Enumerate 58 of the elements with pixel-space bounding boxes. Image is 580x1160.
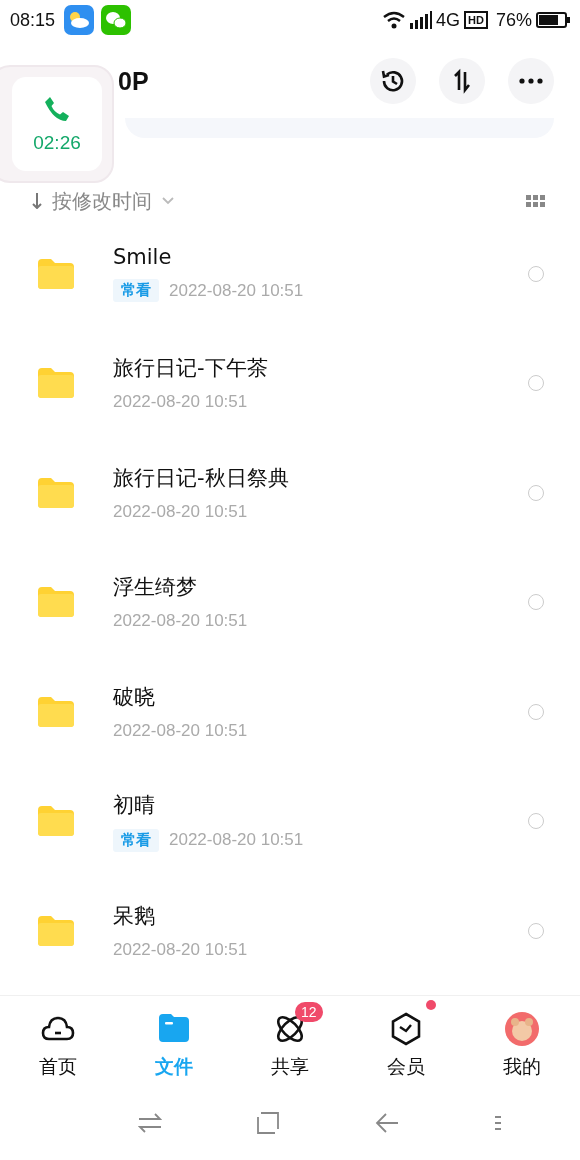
frequent-tag: 常看: [113, 279, 159, 303]
folder-icon: [38, 258, 74, 289]
folder-icon: [38, 368, 74, 399]
avatar: [505, 1012, 539, 1046]
nav-tab[interactable]: 首页: [0, 996, 116, 1096]
file-date: 2022-08-20 10:51: [113, 720, 248, 741]
file-row[interactable]: 初晴 常看 2022-08-20 10:51: [0, 766, 580, 876]
file-date: 2022-08-20 10:51: [113, 611, 248, 632]
count-badge: 12: [295, 1002, 323, 1022]
hd-indicator: HD: [464, 11, 488, 29]
more-icon: [519, 78, 543, 84]
nav-tab[interactable]: 12 共享: [232, 996, 348, 1096]
battery-percent: 76%: [495, 9, 532, 31]
file-name: 旅行日记-下午茶: [113, 355, 269, 383]
battery-icon: [536, 12, 570, 28]
sort-label[interactable]: 按修改时间: [52, 187, 152, 215]
file-name: 旅行日记-秋日祭典: [113, 464, 290, 492]
weather-app-icon: [64, 5, 95, 35]
file-row[interactable]: 呆鹅 2022-08-20 10:51: [0, 876, 580, 986]
folder-icon: [38, 915, 74, 946]
menu-lines-icon[interactable]: [494, 1114, 503, 1131]
folder-icon: [38, 806, 74, 837]
file-row[interactable]: 旅行日记-秋日祭典 2022-08-20 10:51: [0, 438, 580, 548]
file-date: 2022-08-20 10:51: [169, 280, 304, 301]
back-arrow-icon[interactable]: [374, 1111, 399, 1134]
call-duration: 02:26: [33, 132, 81, 154]
file-name: 破晓: [113, 683, 156, 711]
wifi-icon: [382, 11, 407, 29]
file-date: 2022-08-20 10:51: [113, 939, 248, 960]
sort-button[interactable]: [439, 58, 485, 104]
nav-tab[interactable]: 我的: [464, 996, 580, 1096]
switch-arrows-icon[interactable]: [137, 1112, 162, 1133]
file-row[interactable]: Smile 常看 2022-08-20 10:51: [0, 219, 580, 329]
nav-tab[interactable]: 会员: [348, 996, 464, 1096]
history-button[interactable]: [370, 58, 416, 104]
file-date: 2022-08-20 10:51: [113, 501, 248, 522]
down-arrow-icon: [32, 193, 42, 209]
file-date: 2022-08-20 10:51: [169, 830, 304, 851]
file-row[interactable]: 浮生绮梦 2022-08-20 10:51: [0, 547, 580, 657]
folder-icon: [38, 587, 74, 618]
signal-icon: [410, 11, 433, 29]
file-row[interactable]: 旅行日记-下午茶 2022-08-20 10:51: [0, 328, 580, 438]
chat-app-icon: [101, 5, 132, 35]
frequent-tag: 常看: [113, 828, 159, 852]
file-row[interactable]: 破晓 2022-08-20 10:51: [0, 657, 580, 767]
more-button[interactable]: [508, 58, 554, 104]
clock-time: 08:15: [10, 9, 56, 31]
folder-icon: [38, 477, 74, 508]
network-type: 4G: [436, 9, 461, 31]
file-name: Smile: [113, 245, 173, 270]
grid-view-icon[interactable]: [526, 195, 545, 207]
page-title: 0P: [118, 66, 149, 96]
file-name: 呆鹅: [113, 902, 156, 930]
file-name: 浮生绮梦: [113, 574, 198, 602]
chevron-down-icon: [162, 197, 174, 205]
file-date: 2022-08-20 10:51: [113, 392, 248, 413]
folder-icon: [38, 696, 74, 727]
file-name: 初晴: [113, 791, 156, 819]
